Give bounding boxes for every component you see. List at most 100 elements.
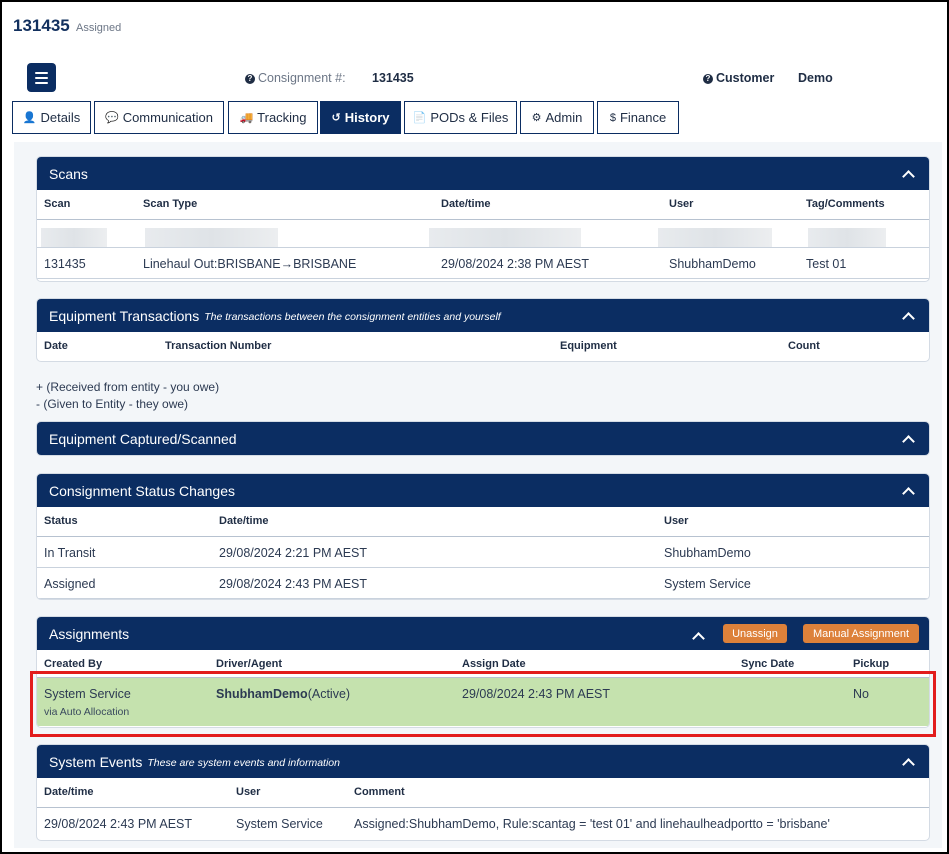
equipment-captured-panel: Equipment Captured/Scanned xyxy=(36,421,930,456)
chevron-up-icon[interactable] xyxy=(901,167,915,181)
chevron-up-icon[interactable] xyxy=(901,432,915,446)
filter-field[interactable] xyxy=(808,228,886,247)
status-cell: Assigned xyxy=(44,577,96,591)
consignment-id: 131435 xyxy=(13,16,70,35)
unassign-button[interactable]: Unassign xyxy=(723,624,787,643)
scans-header[interactable]: Scans xyxy=(37,157,929,190)
equipment-captured-title: Equipment Captured/Scanned xyxy=(49,430,237,447)
tab-pods-files[interactable]: 📄 PODs & Files xyxy=(404,101,517,134)
tab-finance[interactable]: $ Finance xyxy=(597,101,679,134)
comment-icon: 💬 xyxy=(104,112,119,124)
user-cell: System Service xyxy=(664,577,751,591)
equipment-captured-header[interactable]: Equipment Captured/Scanned xyxy=(37,422,929,455)
equipment-transactions-panel: Equipment Transactions The transactions … xyxy=(36,298,930,362)
dollar-icon: $ xyxy=(609,111,616,124)
tab-communication[interactable]: 💬 Communication xyxy=(94,101,224,134)
column-header: Count xyxy=(788,340,820,352)
received-note: + (Received from entity - you owe) xyxy=(36,380,220,394)
column-header: Created By xyxy=(44,658,103,670)
chevron-up-icon[interactable] xyxy=(691,629,705,643)
column-header: User xyxy=(236,786,261,798)
file-icon: 📄 xyxy=(412,112,427,124)
system-events-header[interactable]: System Events These are system events an… xyxy=(37,745,929,778)
datetime-cell: 29/08/2024 2:38 PM AEST xyxy=(441,257,590,271)
consignment-header: 131435 Assigned ? Consignment #: 131435 ?… xyxy=(4,4,947,142)
customer-label: ? Customer xyxy=(703,71,774,85)
column-header: Pickup xyxy=(853,658,890,670)
column-header: Driver/Agent xyxy=(216,658,283,670)
column-header: Scan Type xyxy=(143,198,198,210)
column-header: Equipment xyxy=(560,340,617,352)
table-row: Assigned 29/08/2024 2:43 PM AEST System … xyxy=(37,568,929,599)
table-row: 29/08/2024 2:43 PM AEST System Service A… xyxy=(37,808,929,839)
app-frame: 131435 Assigned ? Consignment #: 131435 ?… xyxy=(0,0,949,854)
status-changes-panel: Consignment Status Changes Status Date/t… xyxy=(36,473,930,600)
chevron-up-icon[interactable] xyxy=(901,755,915,769)
user-cell: ShubhamDemo xyxy=(664,546,751,560)
system-events-subtitle: These are system events and information xyxy=(147,756,340,769)
equipment-transactions-subtitle: The transactions between the consignment… xyxy=(204,310,501,323)
equipment-transactions-header[interactable]: Equipment Transactions The transactions … xyxy=(37,299,929,332)
column-header: User xyxy=(664,515,689,527)
system-events-panel: System Events These are system events an… xyxy=(36,744,930,841)
equipment-transactions-title: Equipment Transactions xyxy=(49,307,200,324)
status-changes-title: Consignment Status Changes xyxy=(49,482,235,499)
truck-icon: 🚚 xyxy=(239,112,254,124)
user-cell: ShubhamDemo xyxy=(669,257,756,271)
filter-field[interactable] xyxy=(429,228,581,247)
user-icon: 👤 xyxy=(22,112,37,124)
consignment-value: 131435 xyxy=(372,71,414,85)
given-note: - (Given to Entity - they owe) xyxy=(36,397,189,411)
scans-panel: Scans Scan Scan Type Date/time User Tag/… xyxy=(36,156,930,282)
question-icon: ? xyxy=(703,74,713,84)
column-header: Transaction Number xyxy=(165,340,272,352)
tab-details[interactable]: 👤 Details xyxy=(12,101,91,134)
column-header: Date/time xyxy=(441,198,491,210)
highlight-box xyxy=(30,671,936,737)
user-cell: System Service xyxy=(236,817,323,831)
column-header: Status xyxy=(44,515,78,527)
manual-assignment-button[interactable]: Manual Assignment xyxy=(803,624,919,643)
status-changes-header[interactable]: Consignment Status Changes xyxy=(37,474,929,507)
filter-field[interactable] xyxy=(658,228,772,247)
status-table-header: Status Date/time User xyxy=(37,507,929,537)
column-header: Date xyxy=(44,340,68,352)
hamburger-icon xyxy=(35,72,48,74)
assignments-title: Assignments xyxy=(49,625,130,642)
column-header: User xyxy=(669,198,694,210)
filter-field[interactable] xyxy=(145,228,278,247)
system-events-title: System Events xyxy=(49,753,143,770)
consignment-status: Assigned xyxy=(76,22,122,34)
table-row: In Transit 29/08/2024 2:21 PM AEST Shubh… xyxy=(37,537,929,568)
comment-cell: Assigned:ShubhamDemo, Rule:scantag = 'te… xyxy=(354,817,830,831)
column-header: Comment xyxy=(354,786,405,798)
datetime-cell: 29/08/2024 2:21 PM AEST xyxy=(219,546,368,560)
customer-value: Demo xyxy=(798,71,833,85)
scans-title: Scans xyxy=(49,165,88,182)
column-header: Date/time xyxy=(44,786,94,798)
scan-type-cell: Linehaul Out:BRISBANE→BRISBANE xyxy=(143,257,357,271)
tab-admin[interactable]: ⚙ Admin xyxy=(520,101,594,134)
chevron-up-icon[interactable] xyxy=(901,484,915,498)
column-header: Scan xyxy=(44,198,71,210)
column-header: Sync Date xyxy=(741,658,795,670)
scans-filter-row xyxy=(37,220,929,248)
scans-table-header: Scan Scan Type Date/time User Tag/Commen… xyxy=(37,190,929,220)
scan-cell: 131435 xyxy=(44,257,86,271)
tab-history[interactable]: ↺ History xyxy=(320,101,401,134)
gear-icon: ⚙ xyxy=(531,112,542,124)
column-header: Date/time xyxy=(219,515,269,527)
equipment-table-header: Date Transaction Number Equipment Count xyxy=(37,332,929,361)
datetime-cell: 29/08/2024 2:43 PM AEST xyxy=(44,817,193,831)
tab-tracking[interactable]: 🚚 Tracking xyxy=(228,101,318,134)
system-events-table-header: Date/time User Comment xyxy=(37,778,929,808)
menu-button[interactable] xyxy=(27,63,56,92)
datetime-cell: 29/08/2024 2:43 PM AEST xyxy=(219,577,368,591)
history-icon: ↺ xyxy=(331,112,341,124)
legend-notes: + (Received from entity - you owe) - (Gi… xyxy=(36,379,219,413)
filter-field[interactable] xyxy=(41,228,107,247)
column-header: Tag/Comments xyxy=(806,198,885,210)
status-cell: In Transit xyxy=(44,546,96,560)
chevron-up-icon[interactable] xyxy=(901,309,915,323)
tag-cell: Test 01 xyxy=(806,257,847,271)
